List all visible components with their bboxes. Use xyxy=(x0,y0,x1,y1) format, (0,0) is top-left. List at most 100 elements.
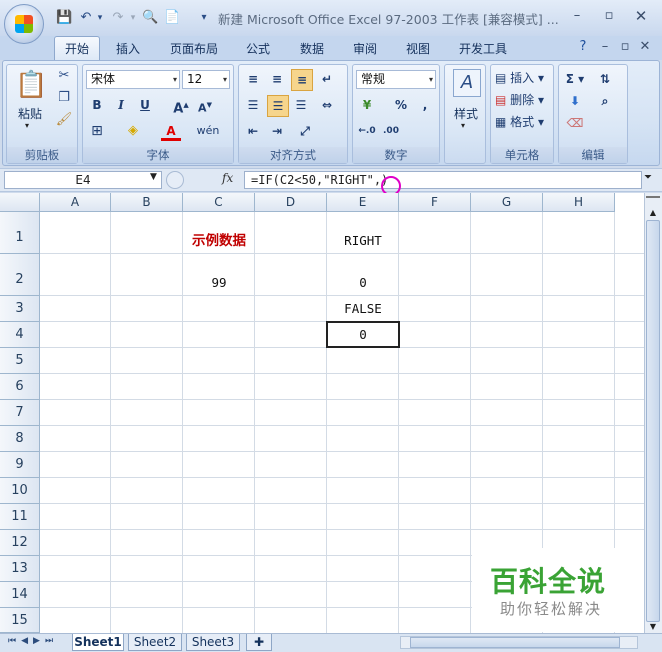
column-header-e[interactable]: E xyxy=(327,193,399,212)
tab-view[interactable]: 视图 xyxy=(398,38,438,60)
tab-review[interactable]: 审阅 xyxy=(345,38,385,60)
print-preview-icon[interactable]: 🔍 xyxy=(142,10,158,26)
row-header-8[interactable]: 8 xyxy=(0,426,40,452)
wrap-text-icon[interactable]: ↵ xyxy=(317,69,337,89)
align-top-icon[interactable]: ≡ xyxy=(243,69,263,89)
column-header-c[interactable]: C xyxy=(183,193,255,212)
redo-icon[interactable]: ↷ xyxy=(110,10,126,26)
workbook-restore-icon[interactable]: ▫ xyxy=(616,39,634,55)
fill-color-icon[interactable]: ◈ xyxy=(123,121,143,141)
sheet-tab-2[interactable]: Sheet2 xyxy=(128,634,182,651)
percent-button[interactable]: % xyxy=(391,95,411,115)
decrease-font-icon[interactable]: A▼ xyxy=(195,95,215,115)
styles-dropdown-icon[interactable]: ▾ xyxy=(461,121,465,130)
expand-formula-bar-icon[interactable]: ⏷ xyxy=(644,172,652,183)
vertical-scroll-thumb[interactable] xyxy=(646,220,660,622)
italic-button[interactable]: I xyxy=(111,95,131,115)
merge-center-icon[interactable]: ⇔ xyxy=(317,95,337,115)
scroll-up-icon[interactable]: ▲ xyxy=(646,208,660,217)
orientation-icon[interactable]: ⤢ xyxy=(295,121,315,141)
phonetic-guide-button[interactable]: wén xyxy=(193,121,223,141)
select-all-corner[interactable] xyxy=(0,193,40,212)
paste-button[interactable]: 粘贴 xyxy=(13,105,47,122)
workbook-close-icon[interactable]: ✕ xyxy=(636,39,654,55)
decrease-indent-icon[interactable]: ⇤ xyxy=(243,121,263,141)
minimize-icon[interactable]: – xyxy=(568,8,586,24)
paste-dropdown-icon[interactable]: ▾ xyxy=(25,121,29,130)
column-header-a[interactable]: A xyxy=(40,193,111,212)
row-header-3[interactable]: 3 xyxy=(0,296,40,322)
tab-developer[interactable]: 开发工具 xyxy=(450,38,516,60)
row-header-7[interactable]: 7 xyxy=(0,400,40,426)
bold-button[interactable]: B xyxy=(87,95,107,115)
clear-icon[interactable]: ⌫ xyxy=(565,113,585,133)
name-box[interactable]: E4 xyxy=(4,171,162,189)
row-header-9[interactable]: 9 xyxy=(0,452,40,478)
sheet-tab-1[interactable]: Sheet1 xyxy=(72,634,124,651)
styles-icon[interactable]: A xyxy=(453,69,481,97)
align-left-icon[interactable]: ☰ xyxy=(243,95,263,115)
cell-c1[interactable]: 示例数据 xyxy=(183,228,255,254)
column-header-f[interactable]: F xyxy=(399,193,471,212)
insert-function-button[interactable]: fx xyxy=(222,171,233,185)
row-header-15[interactable]: 15 xyxy=(0,608,40,633)
scroll-down-icon[interactable]: ▼ xyxy=(646,622,660,631)
copy-icon[interactable]: ❐ xyxy=(55,89,73,107)
align-center-icon[interactable]: ☰ xyxy=(267,95,289,117)
align-bottom-icon[interactable]: ≡ xyxy=(291,69,313,91)
cut-icon[interactable]: ✂ xyxy=(55,67,73,85)
restore-icon[interactable]: ▫ xyxy=(600,8,618,24)
column-header-h[interactable]: H xyxy=(543,193,615,212)
font-size-select[interactable]: 12 ▾ xyxy=(182,70,230,89)
find-select-icon[interactable]: ⌕ xyxy=(595,91,615,111)
increase-indent-icon[interactable]: ⇥ xyxy=(267,121,287,141)
split-box-icon[interactable] xyxy=(646,196,660,204)
autosum-icon[interactable]: Σ ▾ xyxy=(565,69,585,89)
borders-icon[interactable]: ⊞ xyxy=(87,121,107,141)
comma-button[interactable]: , xyxy=(415,95,435,115)
cell-c2[interactable]: 99 xyxy=(183,272,255,294)
cell-e3[interactable]: FALSE xyxy=(327,298,399,320)
sort-filter-icon[interactable]: ⇅ xyxy=(595,69,615,89)
cell-e4[interactable]: 0 xyxy=(327,324,399,346)
tab-insert[interactable]: 插入 xyxy=(108,38,148,60)
formula-bar-splitter-icon[interactable] xyxy=(166,171,184,189)
cell-e2[interactable]: 0 xyxy=(327,272,399,294)
align-middle-icon[interactable]: ≡ xyxy=(267,69,287,89)
cell-e1[interactable]: RIGHT xyxy=(327,228,399,254)
fill-icon[interactable]: ⬇ xyxy=(565,91,585,111)
ribbon-minimize-icon[interactable]: – xyxy=(596,39,614,55)
sheet-nav-icon[interactable]: ⏮◀▶⏭ xyxy=(8,636,58,646)
redo-dropdown-icon[interactable]: ▾ xyxy=(125,10,141,26)
row-header-5[interactable]: 5 xyxy=(0,348,40,374)
customize-toolbar-icon[interactable]: ▾ xyxy=(196,10,212,26)
row-header-13[interactable]: 13 xyxy=(0,556,40,582)
close-icon[interactable]: ✕ xyxy=(632,8,650,24)
sheet-tab-3[interactable]: Sheet3 xyxy=(186,634,240,651)
row-header-4[interactable]: 4 xyxy=(0,322,40,348)
row-header-11[interactable]: 11 xyxy=(0,504,40,530)
name-box-dropdown-icon[interactable]: ▼ xyxy=(150,172,157,182)
increase-font-icon[interactable]: A▲ xyxy=(171,95,191,116)
format-cells-button[interactable]: ▦ 格式 ▾ xyxy=(495,113,544,130)
column-header-b[interactable]: B xyxy=(111,193,183,212)
format-painter-icon[interactable]: 🖌 xyxy=(55,111,73,129)
row-header-2[interactable]: 2 xyxy=(0,254,40,296)
column-header-d[interactable]: D xyxy=(255,193,327,212)
help-icon[interactable]: ? xyxy=(574,39,592,55)
row-header-1[interactable]: 1 xyxy=(0,212,40,254)
formula-input[interactable]: =IF(C2<50,"RIGHT",) xyxy=(244,171,642,189)
horizontal-scroll-thumb[interactable] xyxy=(410,637,620,648)
column-header-g[interactable]: G xyxy=(471,193,543,212)
insert-sheet-icon[interactable]: ✚ xyxy=(246,634,272,651)
currency-icon[interactable]: ¥ xyxy=(357,95,377,115)
save-icon[interactable]: 💾 xyxy=(56,10,72,26)
office-button[interactable] xyxy=(4,4,44,44)
underline-button[interactable]: U xyxy=(135,95,155,115)
delete-cells-button[interactable]: ▤ 删除 ▾ xyxy=(495,91,544,108)
increase-decimal-icon[interactable]: ←.0 xyxy=(357,121,377,141)
insert-cells-button[interactable]: ▤ 插入 ▾ xyxy=(495,69,544,86)
undo-dropdown-icon[interactable]: ▾ xyxy=(92,10,108,26)
tab-data[interactable]: 数据 xyxy=(292,38,332,60)
tab-page-layout[interactable]: 页面布局 xyxy=(162,38,226,60)
